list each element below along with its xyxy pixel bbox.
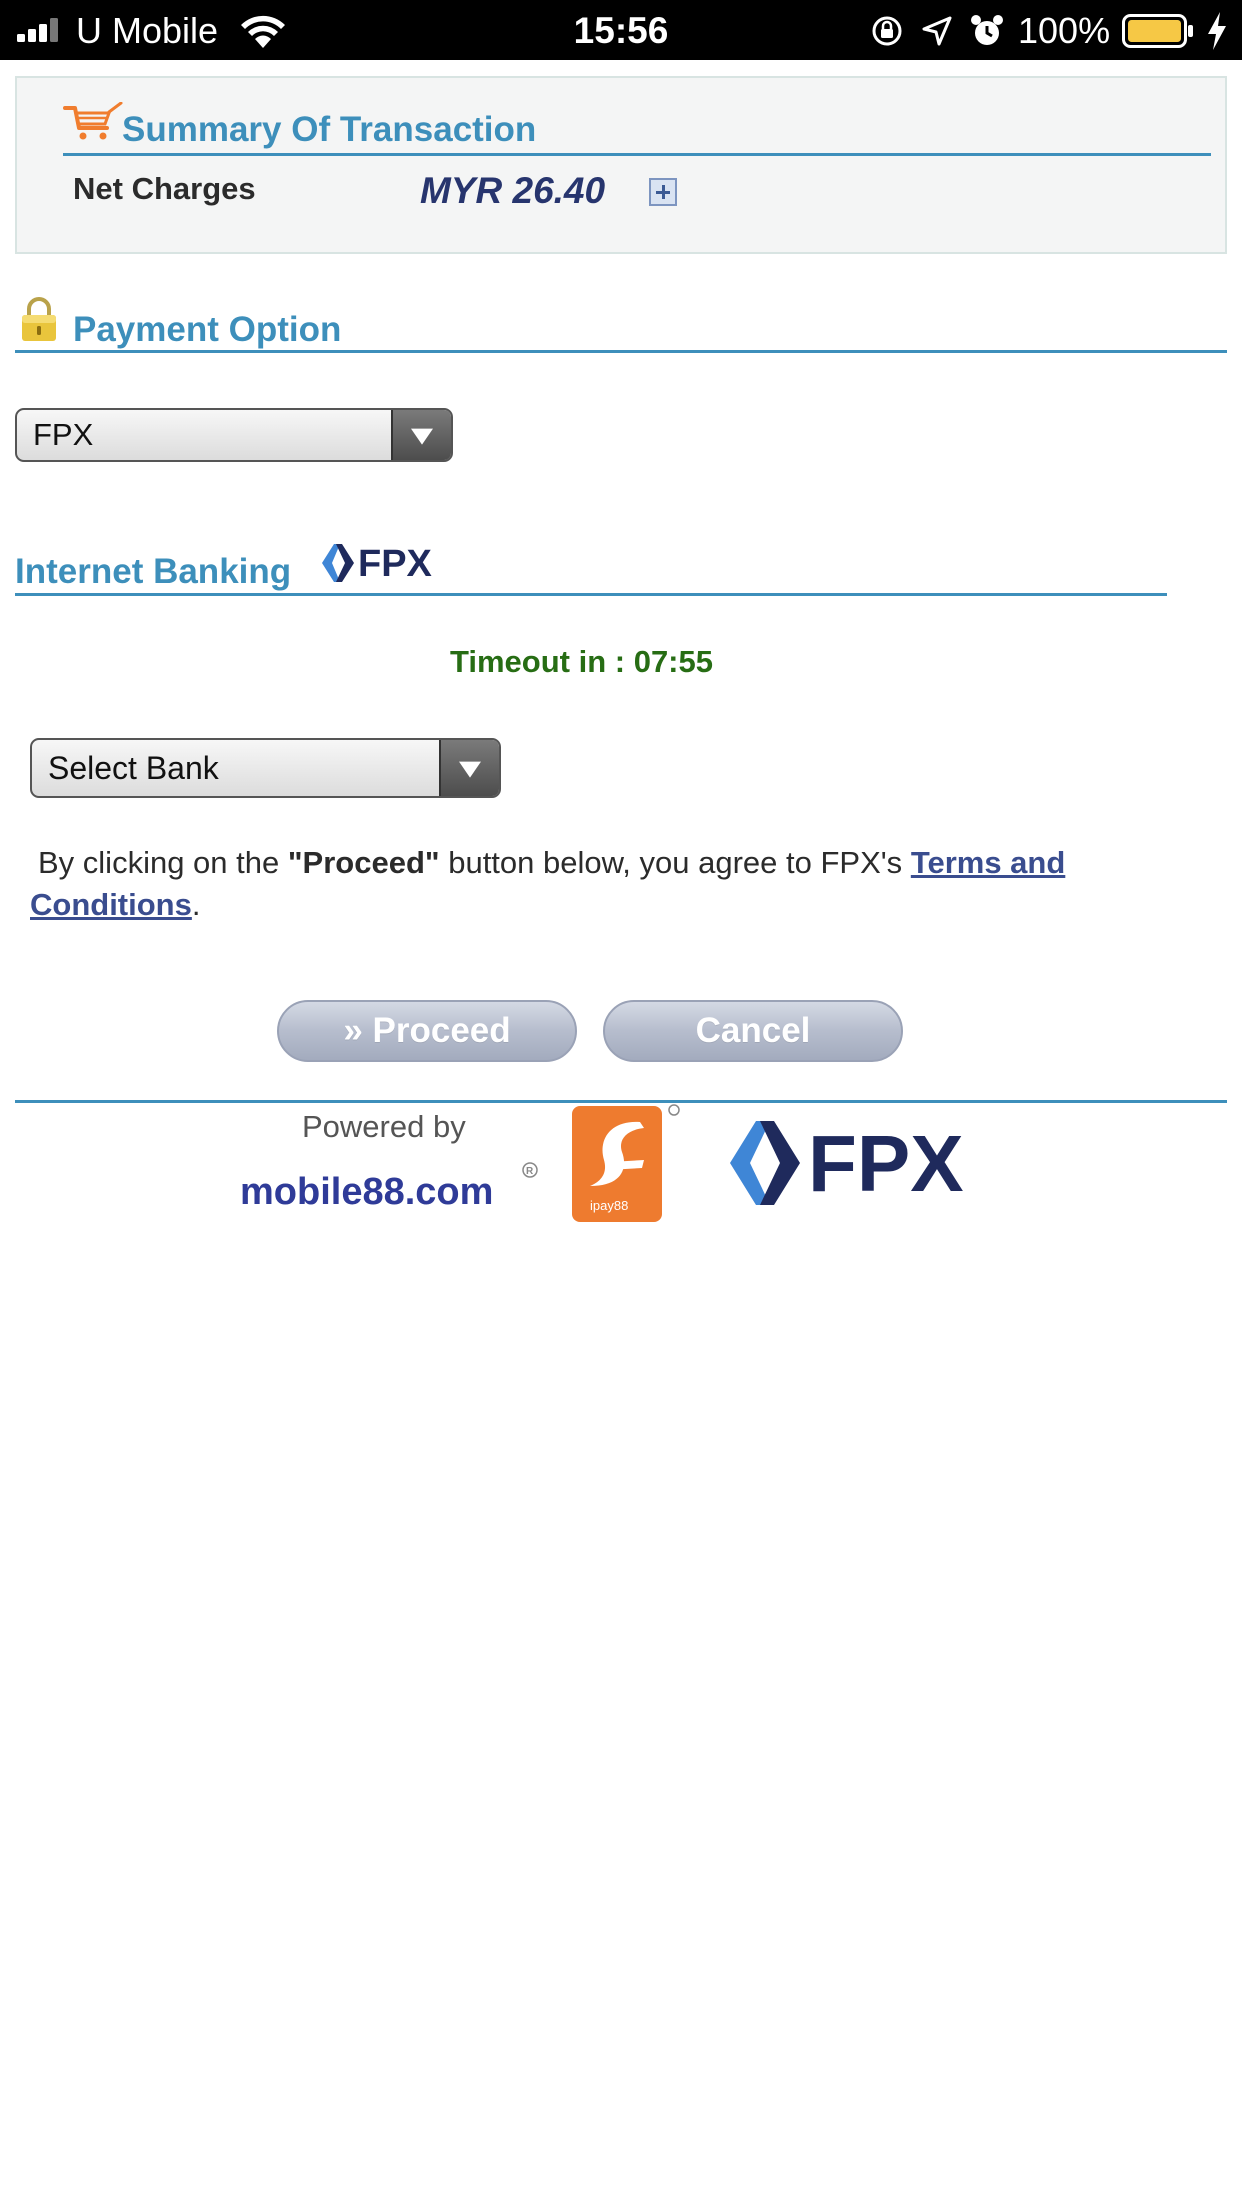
agreement-prefix: By clicking on the: [38, 845, 288, 880]
session-timeout-text: Timeout in : 07:55: [450, 644, 713, 679]
expand-details-icon[interactable]: [649, 178, 677, 206]
shopping-cart-icon: [63, 102, 123, 140]
payment-option-title: Payment Option: [73, 310, 342, 349]
net-charges-amount: MYR 26.40: [420, 170, 606, 211]
payment-option-divider: [15, 350, 1227, 353]
mobile88-logo: mobile88.com R: [240, 1162, 538, 1213]
ipay88-logo: ipay88: [572, 1104, 680, 1222]
location-arrow-icon: [922, 16, 952, 46]
svg-text:FPX: FPX: [358, 543, 433, 585]
payment-method-select[interactable]: FPX: [15, 408, 453, 462]
summary-divider: [63, 153, 1211, 156]
dropdown-arrow-icon[interactable]: [391, 410, 451, 460]
svg-text:R: R: [526, 1166, 534, 1177]
status-bar: U Mobile 15:56 100%: [0, 0, 1242, 60]
internet-banking-title: Internet Banking: [15, 552, 292, 591]
battery-percentage: 100%: [1018, 10, 1111, 51]
svg-text:FPX: FPX: [808, 1119, 964, 1208]
padlock-icon: [22, 297, 56, 341]
terms-agreement-text: By clicking on the "Proceed" button belo…: [30, 842, 1200, 926]
internet-banking-divider: [15, 593, 1167, 596]
dropdown-arrow-icon[interactable]: [439, 740, 499, 796]
charging-bolt-icon: [1208, 12, 1226, 50]
summary-title: Summary Of Transaction: [122, 110, 537, 149]
fpx-large-logo: FPX: [730, 1119, 964, 1208]
bank-select-value: Select Bank: [48, 750, 219, 786]
battery-icon: [1122, 14, 1193, 48]
agreement-middle: button below, you agree to FPX's: [439, 845, 911, 880]
agreement-suffix: .: [191, 887, 201, 922]
svg-text:mobile88.com: mobile88.com: [240, 1171, 493, 1213]
cancel-button[interactable]: Cancel: [603, 1000, 903, 1062]
bank-select[interactable]: Select Bank: [30, 738, 501, 798]
alarm-icon: [971, 15, 1003, 45]
rotation-lock-icon: [872, 16, 902, 46]
transaction-summary-panel: Summary Of Transaction Net Charges MYR 2…: [15, 76, 1227, 254]
powered-by-label: Powered by: [302, 1109, 466, 1144]
fpx-logo: FPX: [322, 543, 433, 585]
proceed-button[interactable]: » Proceed: [277, 1000, 577, 1062]
svg-text:ipay88: ipay88: [590, 1198, 628, 1213]
net-charges-label: Net Charges: [73, 171, 256, 206]
agreement-proceed-reference: "Proceed": [287, 845, 440, 880]
payment-method-value: FPX: [33, 417, 94, 452]
